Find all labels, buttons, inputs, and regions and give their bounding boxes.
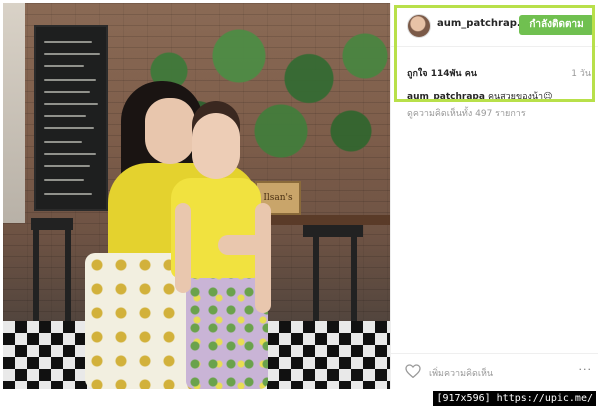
- watermark: [917x596] https://upic.me/: [433, 391, 596, 406]
- bottom-bar: [917x596] https://upic.me/: [0, 389, 600, 409]
- highlight-box: [394, 5, 595, 102]
- heart-icon[interactable]: [405, 364, 421, 378]
- cafe-table: [265, 215, 390, 225]
- chair: [303, 225, 363, 237]
- girl-arm: [255, 203, 271, 313]
- more-options-icon[interactable]: ···: [579, 363, 593, 376]
- view-all-comments-link[interactable]: ดูความคิดเห็นทั้ง 497 รายการ: [407, 106, 526, 120]
- menu-chalkboard: [34, 25, 108, 211]
- post-footer: เพิ่มความคิดเห็น ···: [391, 353, 598, 389]
- girl-face: [192, 113, 240, 179]
- add-comment-input[interactable]: เพิ่มความคิดเห็น: [429, 366, 493, 380]
- window-frame: [3, 3, 25, 223]
- post-sidebar: aum_patchrap.. กำลังติดตาม ถูกใจ 114พัน …: [390, 3, 598, 389]
- chair: [31, 218, 73, 230]
- post-photo[interactable]: Ilsan's: [3, 3, 390, 389]
- instagram-post-view: Ilsan's aum_patchrap.. กำลังติดตาม ถูกใจ…: [0, 0, 600, 409]
- girl-arm: [175, 203, 191, 293]
- woman-face: [145, 98, 195, 164]
